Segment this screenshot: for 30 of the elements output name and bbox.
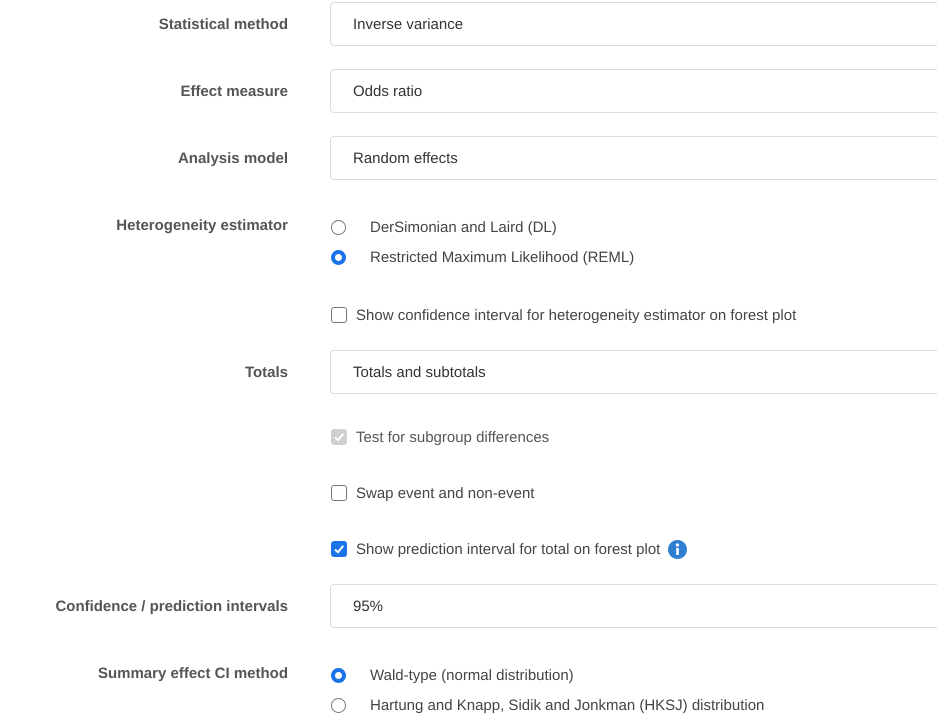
- radio-label: Hartung and Knapp, Sidik and Jonkman (HKSJ) distribution: [370, 696, 764, 714]
- checkbox[interactable]: [331, 541, 347, 557]
- select-field[interactable]: 95%: [330, 584, 937, 628]
- radio-label: DerSimonian and Laird (DL): [370, 218, 557, 236]
- field-label: Summary effect CI method: [98, 665, 288, 682]
- info-icon[interactable]: [668, 540, 688, 558]
- check-icon: [333, 431, 345, 443]
- checkbox-label: Test for subgroup differences: [356, 428, 550, 446]
- radio-button[interactable]: [331, 220, 346, 234]
- select-field[interactable]: Odds ratio: [330, 69, 937, 113]
- checkbox[interactable]: [331, 307, 347, 323]
- radio-button[interactable]: [331, 250, 346, 264]
- radio-label: Restricted Maximum Likelihood (REML): [370, 248, 634, 266]
- field-label: Statistical method: [158, 16, 288, 32]
- radio-label: Wald-type (normal distribution): [370, 666, 574, 684]
- checkbox-label: Swap event and non-event: [356, 484, 534, 502]
- select-field[interactable]: Totals and subtotals: [330, 350, 937, 394]
- field-label: Totals: [244, 364, 288, 380]
- field-label: Confidence / prediction intervals: [55, 598, 288, 614]
- check-icon: [333, 543, 345, 555]
- checkbox-label: Show confidence interval for heterogeneity estimator on forest plot: [356, 306, 796, 324]
- radio-button[interactable]: [331, 668, 346, 682]
- checkbox[interactable]: [331, 485, 347, 501]
- field-label: Analysis model: [178, 150, 288, 166]
- checkbox-label: Show prediction interval for total on forest plot: [356, 540, 660, 558]
- field-label: Heterogeneity estimator: [116, 217, 288, 234]
- field-label: Effect measure: [180, 82, 288, 100]
- radio-button[interactable]: [331, 698, 346, 712]
- select-field[interactable]: Random effects: [330, 136, 937, 180]
- select-field[interactable]: Inverse variance: [330, 2, 937, 46]
